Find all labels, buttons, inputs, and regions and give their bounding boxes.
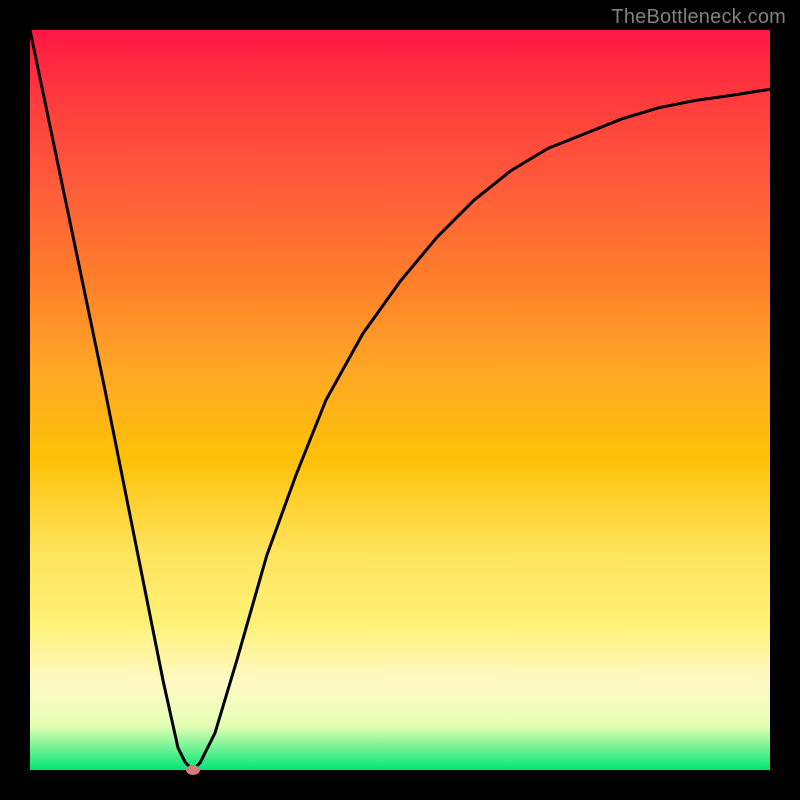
optimum-marker [186, 765, 200, 775]
plot-area [30, 30, 770, 770]
bottleneck-curve [30, 30, 770, 770]
watermark-text: TheBottleneck.com [611, 6, 786, 29]
chart-frame: TheBottleneck.com [0, 0, 800, 800]
